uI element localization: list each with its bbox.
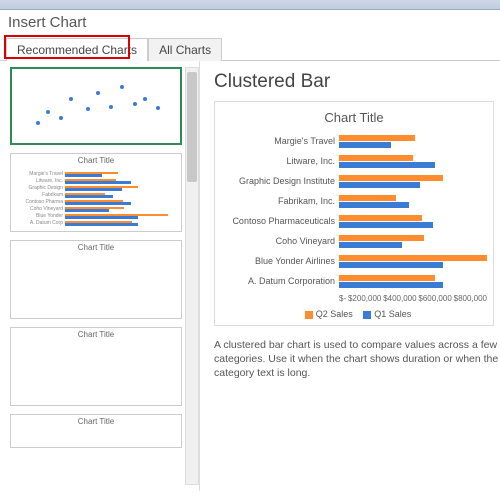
axis-tick: $600,000 — [418, 294, 451, 303]
chart-description: A clustered bar chart is used to compare… — [214, 338, 499, 381]
category-label: Fabrikam, Inc. — [221, 196, 339, 206]
ribbon-background — [0, 0, 500, 10]
axis-tick: $200,000 — [348, 294, 381, 303]
dialog-title: Insert Chart — [0, 10, 500, 37]
bar-q2 — [339, 155, 413, 161]
bar-q1 — [339, 162, 435, 168]
preview-heading: Clustered Bar — [214, 71, 500, 93]
bar-q2 — [339, 255, 487, 261]
chart-preview[interactable]: Chart Title Margie's Travel Litware, Inc.… — [214, 101, 494, 326]
bar-q1 — [339, 262, 443, 268]
dialog-content: Chart Title Margie's Travel Litware, Inc… — [0, 61, 500, 491]
bar-q2 — [339, 175, 443, 181]
bar-q2 — [339, 195, 396, 201]
category-label: Graphic Design Institute — [221, 176, 339, 186]
legend-label-q1: Q1 Sales — [374, 309, 411, 319]
legend-swatch-q1 — [363, 311, 371, 319]
legend-label-q2: Q2 Sales — [316, 309, 353, 319]
bar-track — [339, 195, 487, 208]
tab-strip: Recommended Charts All Charts — [0, 37, 500, 61]
thumbnail-title: Chart Title — [11, 241, 181, 254]
category-label: Contoso Pharmaceuticals — [221, 216, 339, 226]
bar-q2 — [339, 135, 415, 141]
chart-thumbnail-clustered-bar[interactable]: Chart Title Margie's Travel Litware, Inc… — [10, 153, 182, 232]
bar-q1 — [339, 222, 433, 228]
legend-swatch-q2 — [305, 311, 313, 319]
category-label: Coho Vineyard — [221, 236, 339, 246]
bar-track — [339, 275, 487, 288]
axis-tick: $800,000 — [454, 294, 487, 303]
bar-q1 — [339, 282, 443, 288]
thumbnail-preview — [12, 69, 180, 143]
chart-thumbnail-clustered-column-2[interactable]: Chart Title — [10, 327, 182, 406]
chart-row: Coho Vineyard — [221, 231, 487, 251]
chart-legend: Q2 Sales Q1 Sales — [221, 303, 487, 319]
thumbnail-preview — [11, 254, 181, 318]
bar-q2 — [339, 275, 435, 281]
chart-title: Chart Title — [221, 110, 487, 125]
category-label: Margie's Travel — [221, 136, 339, 146]
chart-row: Litware, Inc. — [221, 151, 487, 171]
axis-tick: $- — [339, 294, 346, 303]
thumbnail-preview — [11, 341, 181, 405]
chart-thumbnail-clustered-column-3[interactable]: Chart Title — [10, 414, 182, 448]
bar-track — [339, 215, 487, 228]
thumbnail-title: Chart Title — [11, 415, 181, 428]
thumbnail-preview — [11, 428, 181, 448]
thumbnail-title: Chart Title — [11, 154, 181, 167]
chart-row: Graphic Design Institute — [221, 171, 487, 191]
chart-preview-pane: Clustered Bar Chart Title Margie's Trave… — [200, 61, 500, 491]
bar-track — [339, 175, 487, 188]
chart-thumbnail-scatter[interactable] — [10, 67, 182, 145]
bar-track — [339, 135, 487, 148]
bar-q1 — [339, 202, 409, 208]
thumbnail-title: Chart Title — [11, 328, 181, 341]
bar-track — [339, 235, 487, 248]
bar-q1 — [339, 142, 391, 148]
category-label: Litware, Inc. — [221, 156, 339, 166]
tab-recommended-charts[interactable]: Recommended Charts — [6, 38, 148, 61]
chart-row: Blue Yonder Airlines — [221, 251, 487, 271]
bar-q1 — [339, 182, 420, 188]
thumbnail-preview: Margie's Travel Litware, Inc. Graphic De… — [11, 167, 181, 231]
chart-row: A. Datum Corporation — [221, 271, 487, 291]
chart-row: Margie's Travel — [221, 131, 487, 151]
chart-plot-area: Margie's Travel Litware, Inc. Graphic Desi… — [221, 131, 487, 291]
chart-row: Contoso Pharmaceuticals — [221, 211, 487, 231]
thumbnail-scrollbar[interactable] — [185, 67, 199, 485]
bar-q2 — [339, 215, 422, 221]
thumbnail-column: Chart Title Margie's Travel Litware, Inc… — [0, 61, 200, 491]
chart-x-axis: $-$200,000$400,000$600,000$800,000 — [339, 291, 487, 303]
chart-row: Fabrikam, Inc. — [221, 191, 487, 211]
bar-q2 — [339, 235, 424, 241]
scrollbar-handle[interactable] — [187, 72, 197, 182]
bar-track — [339, 155, 487, 168]
chart-thumbnail-clustered-column-1[interactable]: Chart Title — [10, 240, 182, 319]
category-label: A. Datum Corporation — [221, 276, 339, 286]
category-label: Blue Yonder Airlines — [221, 256, 339, 266]
bar-q1 — [339, 242, 402, 248]
axis-tick: $400,000 — [383, 294, 416, 303]
bar-track — [339, 255, 487, 268]
tab-all-charts[interactable]: All Charts — [148, 38, 222, 61]
